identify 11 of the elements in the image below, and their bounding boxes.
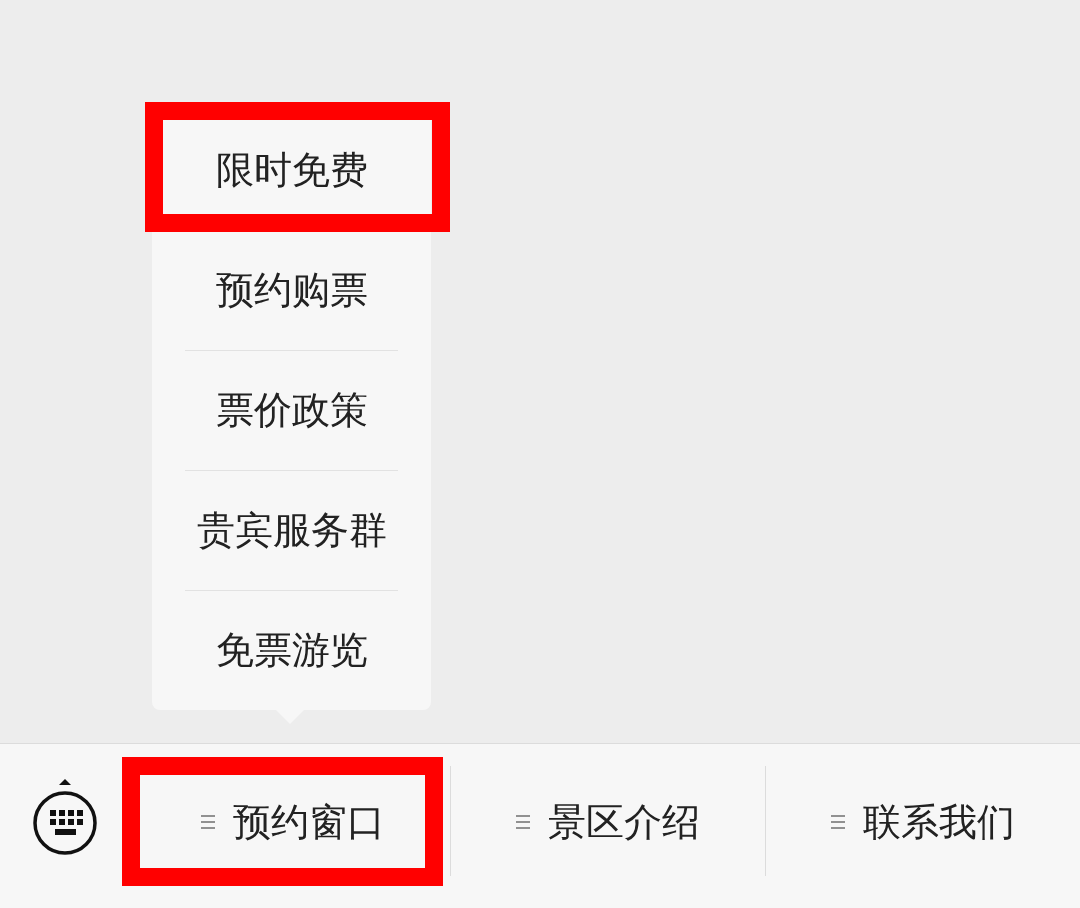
menu-tab[interactable]: 预约窗口 <box>200 796 385 848</box>
menu-tab[interactable]: 联系我们 <box>830 796 1015 848</box>
menu-icon <box>515 814 530 830</box>
menu-tab[interactable]: 景区介绍 <box>515 796 700 848</box>
menu-item[interactable]: 限时免费 <box>215 144 368 196</box>
menu-item[interactable]: 贵宾服务群 <box>196 504 387 556</box>
menu-item[interactable]: 预约购票 <box>215 264 368 316</box>
menu-icon <box>200 814 215 830</box>
menu-item[interactable]: 免票游览 <box>215 624 368 676</box>
menu-item[interactable]: 票价政策 <box>215 384 368 436</box>
menu-icon <box>830 814 845 830</box>
